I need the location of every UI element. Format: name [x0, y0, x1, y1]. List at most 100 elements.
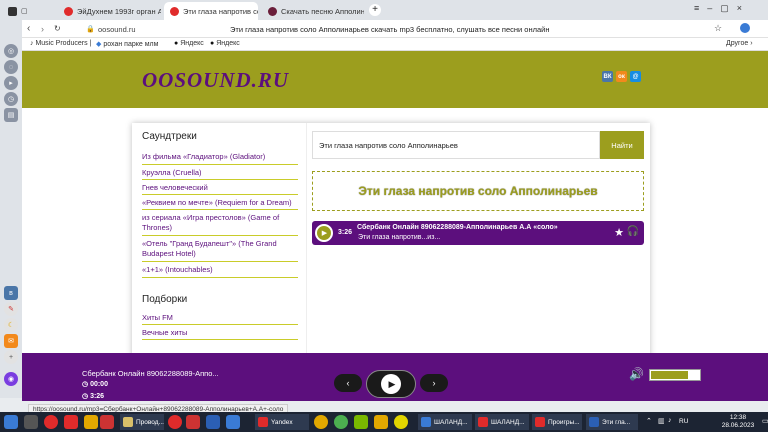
tab-label: ЭйДухнем 1993г орган Am	[77, 6, 161, 16]
track-play-button[interactable]: ▶	[315, 224, 333, 242]
language-indicator[interactable]: RU	[679, 418, 688, 425]
network-icon[interactable]: ▥	[658, 417, 665, 425]
taskbar-item[interactable]: Проигры...	[532, 414, 582, 430]
star-icon[interactable]: ★	[614, 226, 624, 239]
list-item[interactable]: Гнев человеческий	[142, 183, 298, 193]
app-icon[interactable]	[374, 415, 388, 429]
alice-icon[interactable]: ◎	[4, 44, 18, 58]
bookmark-panel-icon[interactable]: ▤	[4, 108, 18, 122]
app-icon[interactable]	[84, 415, 98, 429]
vk-icon[interactable]: ВК	[602, 71, 613, 82]
chrome-icon[interactable]	[334, 415, 348, 429]
url-field[interactable]: oosound.ru	[98, 25, 136, 34]
list-item[interactable]: Круэлла (Cruella)	[142, 168, 298, 178]
forward-icon[interactable]: ›	[41, 24, 44, 34]
next-button[interactable]: ›	[420, 374, 448, 392]
window-controls[interactable]: ≡–▢×	[694, 3, 750, 14]
back-icon[interactable]: ‹	[27, 23, 30, 34]
tab-active[interactable]: Эти глаза напротив соло ×	[164, 2, 258, 20]
taskbar-item[interactable]: ШАЛАНД...	[475, 414, 529, 430]
app-icon[interactable]	[206, 415, 220, 429]
collections-heading: Подборки	[142, 294, 188, 305]
refresh-icon[interactable]: ↻	[54, 24, 61, 33]
app-icon[interactable]	[394, 415, 408, 429]
taskbar-item[interactable]: Yandex	[255, 414, 309, 430]
volume-slider[interactable]	[649, 369, 701, 381]
site-logo[interactable]: OOSOUND.RU	[142, 68, 289, 93]
app-icon[interactable]	[186, 415, 200, 429]
soundtracks-heading: Саундтреки	[142, 131, 197, 142]
bookmark-item[interactable]: ● Яндекс	[210, 40, 240, 47]
mail-icon[interactable]: ✉	[4, 334, 18, 348]
messenger-icon[interactable]: ◌	[4, 60, 18, 74]
bookmark-item[interactable]: ● Яндекс	[174, 40, 204, 47]
start-icon[interactable]	[4, 415, 18, 429]
volume-fill	[651, 371, 688, 379]
search-icon[interactable]	[24, 415, 38, 429]
track-title: Эти глаза напротив...из...	[358, 234, 441, 241]
tab-count-icon: ▢	[21, 8, 28, 15]
tab-label: Скачать песню Апполинарь	[281, 6, 364, 16]
app-icon[interactable]	[100, 415, 114, 429]
list-item[interactable]: из сериала «Игра престолов» (Game of Thr…	[142, 213, 298, 233]
clock-time: 12:38	[729, 414, 747, 421]
list-item[interactable]: «Реквием по мечте» (Requiem for a Dream)	[142, 198, 298, 208]
moimir-icon[interactable]: @	[630, 71, 641, 82]
browser-menu-tab[interactable]: ▢	[2, 2, 38, 20]
notifications-icon[interactable]: ▭	[762, 417, 768, 425]
list-item[interactable]: Вечные хиты	[142, 328, 298, 338]
browser-tab-bar: ▢ ЭйДухнем 1993г орган Am Эти глаза напр…	[0, 0, 768, 20]
moon-icon[interactable]: ☾	[4, 318, 18, 332]
search-input[interactable]: Эти глаза напротив соло Апполинарьев	[312, 131, 600, 159]
play-button[interactable]: ▶	[366, 370, 416, 398]
app-icon[interactable]	[226, 415, 240, 429]
clock-icon[interactable]: ◷	[4, 92, 18, 106]
system-clock[interactable]: 12:38 28.06.2023	[714, 414, 762, 430]
app-icon[interactable]	[314, 415, 328, 429]
other-bookmarks[interactable]: Другое ›	[726, 40, 753, 47]
clock-date: 28.06.2023	[721, 422, 755, 429]
volume-icon[interactable]: 🔊	[629, 367, 644, 381]
opera-icon[interactable]	[168, 415, 182, 429]
bookmarks-bar: ♪ Music Producers | ◆ рохан парке млм ● …	[0, 38, 768, 51]
music-icon[interactable]: ▸	[4, 76, 18, 90]
new-tab-button[interactable]: +	[369, 4, 381, 16]
list-item[interactable]: Из фильма «Гладиатор» (Gladiator)	[142, 152, 298, 162]
add-icon[interactable]: +	[4, 350, 18, 364]
list-item[interactable]: Хиты FM	[142, 313, 298, 323]
taskbar-item[interactable]: ШАЛАНД...	[418, 414, 472, 430]
player-time-total: ◷ 3:26	[82, 393, 105, 400]
search-button[interactable]: Найти	[600, 131, 644, 159]
tab-1[interactable]: ЭйДухнем 1993г орган Am	[58, 2, 161, 20]
bookmark-item[interactable]: ♪ Music Producers |	[30, 40, 91, 47]
bookmark-item[interactable]: ◆ рохан парке млм	[96, 40, 158, 48]
taskbar-item[interactable]: Эти гла...	[586, 414, 638, 430]
browser-logo-icon	[8, 6, 17, 16]
headphones-icon[interactable]: 🎧	[627, 226, 639, 237]
tab-3[interactable]: Скачать песню Апполинарь	[262, 2, 364, 20]
menu-icon: ≡	[694, 3, 708, 13]
yandex-icon[interactable]	[64, 415, 78, 429]
taskbar-item[interactable]: Провод...	[120, 414, 164, 430]
play-icon: ▶	[381, 374, 401, 394]
prev-button[interactable]: ‹	[334, 374, 362, 392]
lock-icon: 🔒	[86, 26, 95, 33]
maximize-icon: ▢	[720, 3, 737, 13]
opera-icon[interactable]	[44, 415, 58, 429]
track-row[interactable]: ▶ 3:26 Сбербанк Онлайн 89062288089-Аппол…	[312, 221, 644, 245]
app-icon[interactable]	[354, 415, 368, 429]
address-bar: ‹ › ↻ 🔒 oosound.ru Эти глаза напротив со…	[0, 20, 768, 38]
vk-sidebar-icon[interactable]: в	[4, 286, 18, 300]
odnoklassniki-icon[interactable]: ок	[616, 71, 627, 82]
divider	[142, 339, 298, 340]
list-item[interactable]: «1+1» (Intouchables)	[142, 265, 298, 275]
tray-arrow-icon[interactable]: ⌃	[646, 417, 652, 425]
alice-assistant-icon[interactable]: ◉	[4, 372, 18, 386]
list-item[interactable]: «Отель "Гранд Будапешт"» (The Grand Buda…	[142, 239, 298, 259]
extension-icon[interactable]	[740, 23, 750, 33]
pen-icon[interactable]: ✎	[4, 302, 18, 316]
track-duration: 3:26	[338, 229, 353, 236]
bookmark-icon[interactable]: ☆	[714, 23, 722, 34]
speaker-icon[interactable]: ♪	[668, 417, 672, 424]
next-icon: ›	[432, 378, 436, 388]
